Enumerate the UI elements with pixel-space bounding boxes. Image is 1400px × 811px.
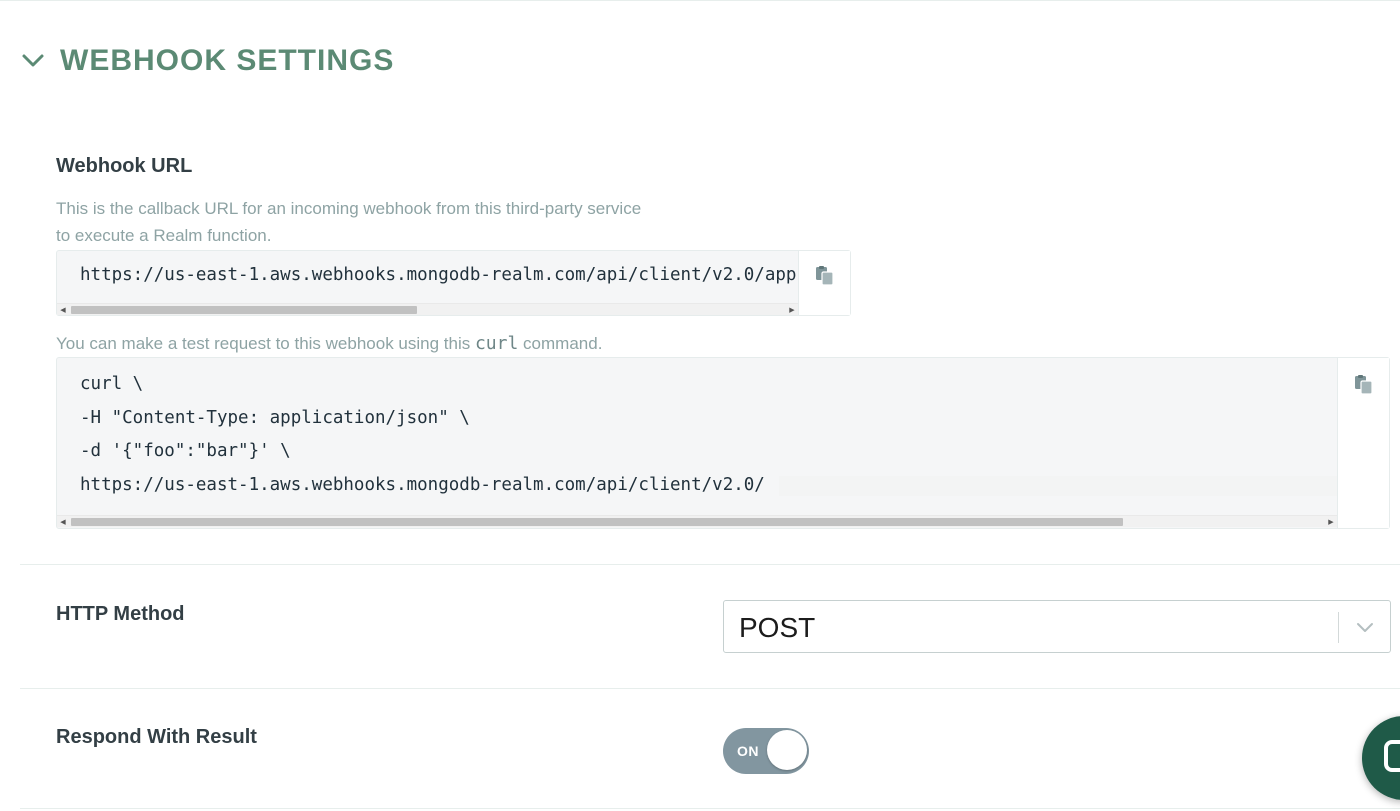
toggle-state-label: ON [737,743,759,759]
section-title: WEBHOOK SETTINGS [60,44,395,77]
scrollbar-thumb[interactable] [71,518,1123,526]
section-header-toggle[interactable]: WEBHOOK SETTINGS [20,44,394,78]
chevron-down-icon[interactable] [1354,618,1376,636]
curl-scrollbar[interactable]: ◀ ▶ [57,515,1337,527]
webhook-url-label: Webhook URL [56,155,193,177]
curl-line: -d '{"foo":"bar"}' \ [80,441,291,461]
respond-with-result-label: Respond With Result [56,726,257,748]
webhook-url-scrollbar[interactable]: ◀ ▶ [57,303,798,315]
webhook-url-text: https://us-east-1.aws.webhooks.mongodb-r… [80,265,797,285]
chevron-down-icon[interactable] [20,48,46,74]
curl-line: curl \ [80,374,144,394]
webhook-url-code[interactable]: https://us-east-1.aws.webhooks.mongodb-r… [57,251,798,303]
scrollbar-thumb[interactable] [71,306,417,314]
copy-icon [1353,374,1375,528]
webhook-url-help-line2: to execute a Realm function. [56,226,272,245]
curl-help-suffix: command. [518,334,603,353]
curl-command-box: curl \ -H "Content-Type: application/jso… [56,357,1390,529]
respond-with-result-toggle[interactable]: ON [723,728,809,774]
section-divider [20,688,1400,689]
top-divider [0,0,1400,1]
webhook-url-box: https://us-east-1.aws.webhooks.mongodb-r… [56,250,851,316]
webhook-url-help-line1: This is the callback URL for an incoming… [56,199,642,218]
http-method-value: POST [739,612,816,643]
http-method-select[interactable]: POST [723,600,1391,653]
scroll-left-arrow-icon[interactable]: ◀ [58,305,68,315]
scroll-right-arrow-icon[interactable]: ▶ [1326,517,1336,527]
redacted-region [779,476,1337,496]
curl-line: -H "Content-Type: application/json" \ [80,407,470,428]
webhook-settings-page: WEBHOOK SETTINGS Webhook URL This is the… [0,0,1400,811]
curl-help-text: You can make a test request to this webh… [56,330,602,357]
curl-help-prefix: You can make a test request to this webh… [56,334,475,353]
copy-curl-button[interactable] [1337,358,1389,528]
curl-inline-code: curl [474,333,519,354]
section-divider [20,808,1400,809]
http-method-label: HTTP Method [56,603,185,625]
select-separator [1338,612,1339,643]
copy-icon [814,265,836,315]
chat-support-button[interactable] [1362,716,1400,800]
chat-bubble-icon [1384,740,1400,772]
toggle-knob[interactable] [767,730,807,770]
scroll-left-arrow-icon[interactable]: ◀ [58,517,68,527]
scroll-right-arrow-icon[interactable]: ▶ [787,305,797,315]
copy-url-button[interactable] [798,251,850,315]
section-divider [20,564,1400,565]
